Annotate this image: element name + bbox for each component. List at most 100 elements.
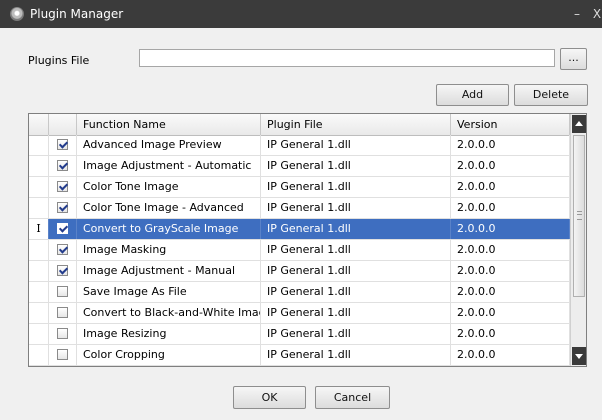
function-name-cell[interactable]: Color Tone Image: [77, 177, 261, 197]
function-name-cell[interactable]: Image Adjustment - Automatic: [77, 156, 261, 176]
enable-checkbox[interactable]: [57, 265, 68, 276]
scroll-down-arrow-icon[interactable]: [572, 347, 586, 365]
checkbox-cell: [49, 135, 77, 155]
checkbox-cell: [49, 156, 77, 176]
version-cell[interactable]: 2.0.0.0: [451, 303, 570, 323]
add-button[interactable]: Add: [436, 84, 509, 106]
column-header-plugin-file[interactable]: Plugin File: [261, 114, 451, 135]
enable-checkbox[interactable]: [57, 328, 68, 339]
ok-button[interactable]: OK: [233, 386, 306, 409]
table-row[interactable]: I Convert to GrayScale Image IP General 1.…: [29, 219, 570, 240]
column-header-function-name[interactable]: Function Name: [77, 114, 261, 135]
header-row-indicator: [29, 114, 49, 135]
enable-checkbox[interactable]: [57, 244, 68, 255]
row-indicator[interactable]: [29, 303, 49, 323]
table-row[interactable]: Color Tone Image IP General 1.dll 2.0.0.0: [29, 177, 570, 198]
version-cell[interactable]: 2.0.0.0: [451, 282, 570, 302]
table-row[interactable]: Image Adjustment - Automatic IP General 1…: [29, 156, 570, 177]
scroll-up-arrow-icon[interactable]: [572, 115, 586, 133]
table-row[interactable]: Advanced Image Preview IP General 1.dll 2.…: [29, 135, 570, 156]
plugin-file-cell[interactable]: IP General 1.dll: [261, 156, 451, 176]
plugin-file-cell[interactable]: IP General 1.dll: [261, 282, 451, 302]
version-cell[interactable]: 2.0.0.0: [451, 345, 570, 365]
plugin-file-cell[interactable]: IP General 1.dll: [261, 261, 451, 281]
row-indicator[interactable]: I: [29, 219, 49, 239]
checkbox-cell: [49, 177, 77, 197]
row-indicator[interactable]: [29, 324, 49, 344]
function-name-cell[interactable]: Save Image As File: [77, 282, 261, 302]
delete-button[interactable]: Delete: [514, 84, 588, 106]
grid-header: Function Name Plugin File Version: [29, 114, 570, 136]
row-indicator[interactable]: [29, 240, 49, 260]
checkbox-cell: [49, 240, 77, 260]
version-cell[interactable]: 2.0.0.0: [451, 324, 570, 344]
plugin-file-cell[interactable]: IP General 1.dll: [261, 198, 451, 218]
window-title: Plugin Manager: [30, 7, 124, 21]
enable-checkbox[interactable]: [57, 307, 68, 318]
scrollbar-thumb[interactable]: [573, 135, 585, 297]
table-row[interactable]: Color Tone Image - Advanced IP General 1.…: [29, 198, 570, 219]
table-row[interactable]: Save Image As File IP General 1.dll 2.0.0.…: [29, 282, 570, 303]
plugin-file-cell[interactable]: IP General 1.dll: [261, 303, 451, 323]
function-name-cell[interactable]: Convert to GrayScale Image: [77, 219, 261, 239]
version-cell[interactable]: 2.0.0.0: [451, 177, 570, 197]
function-name-cell[interactable]: Advanced Image Preview: [77, 135, 261, 155]
plugin-manager-window: Plugin Manager – X Plugins File ... Add …: [0, 0, 602, 420]
version-cell[interactable]: 2.0.0.0: [451, 240, 570, 260]
enable-checkbox[interactable]: [57, 181, 68, 192]
enable-checkbox[interactable]: [57, 349, 68, 360]
version-cell[interactable]: 2.0.0.0: [451, 198, 570, 218]
version-cell[interactable]: 2.0.0.0: [451, 219, 570, 239]
row-indicator[interactable]: [29, 345, 49, 365]
checkbox-cell: [49, 219, 77, 239]
enable-checkbox[interactable]: [57, 139, 68, 150]
row-indicator[interactable]: [29, 198, 49, 218]
function-name-cell[interactable]: Color Tone Image - Advanced: [77, 198, 261, 218]
function-name-cell[interactable]: Image Resizing: [77, 324, 261, 344]
function-name-cell[interactable]: Convert to Black-and-White Image: [77, 303, 261, 323]
title-bar: Plugin Manager – X: [0, 0, 602, 28]
function-name-cell[interactable]: Image Adjustment - Manual: [77, 261, 261, 281]
plugin-file-cell[interactable]: IP General 1.dll: [261, 345, 451, 365]
table-row[interactable]: Image Adjustment - Manual IP General 1.dl…: [29, 261, 570, 282]
scrollbar-grip-icon: [577, 211, 582, 220]
plugin-file-cell[interactable]: IP General 1.dll: [261, 177, 451, 197]
function-name-cell[interactable]: Image Masking: [77, 240, 261, 260]
table-row[interactable]: Convert to Black-and-White Image IP Gener…: [29, 303, 570, 324]
cancel-button[interactable]: Cancel: [315, 386, 390, 409]
checkbox-cell: [49, 303, 77, 323]
row-indicator[interactable]: [29, 261, 49, 281]
version-cell[interactable]: 2.0.0.0: [451, 261, 570, 281]
function-name-cell[interactable]: Color Cropping: [77, 345, 261, 365]
row-indicator[interactable]: [29, 135, 49, 155]
browse-button[interactable]: ...: [560, 48, 587, 70]
app-icon: [10, 7, 24, 21]
enable-checkbox[interactable]: [57, 160, 68, 171]
vertical-scrollbar[interactable]: [570, 114, 586, 366]
plugin-file-cell[interactable]: IP General 1.dll: [261, 324, 451, 344]
version-cell[interactable]: 2.0.0.0: [451, 135, 570, 155]
plugin-grid: Function Name Plugin File Version Advanc…: [28, 113, 587, 367]
table-row[interactable]: Image Masking IP General 1.dll 2.0.0.0: [29, 240, 570, 261]
plugin-file-cell[interactable]: IP General 1.dll: [261, 219, 451, 239]
checkbox-cell: [49, 324, 77, 344]
row-indicator[interactable]: [29, 156, 49, 176]
minimize-button[interactable]: –: [570, 0, 584, 28]
plugin-file-cell[interactable]: IP General 1.dll: [261, 135, 451, 155]
plugins-file-input[interactable]: [139, 49, 555, 67]
table-row[interactable]: Image Resizing IP General 1.dll 2.0.0.0: [29, 324, 570, 345]
plugin-file-cell[interactable]: IP General 1.dll: [261, 240, 451, 260]
header-checkbox-column[interactable]: [49, 114, 77, 135]
enable-checkbox[interactable]: [57, 223, 68, 234]
checkbox-cell: [49, 345, 77, 365]
row-indicator[interactable]: [29, 282, 49, 302]
row-indicator[interactable]: [29, 177, 49, 197]
enable-checkbox[interactable]: [57, 286, 68, 297]
close-button[interactable]: X: [590, 0, 602, 28]
checkbox-cell: [49, 282, 77, 302]
column-header-version[interactable]: Version: [451, 114, 570, 135]
version-cell[interactable]: 2.0.0.0: [451, 156, 570, 176]
edit-cursor-icon: I: [36, 222, 41, 235]
enable-checkbox[interactable]: [57, 202, 68, 213]
table-row[interactable]: Color Cropping IP General 1.dll 2.0.0.0: [29, 345, 570, 366]
